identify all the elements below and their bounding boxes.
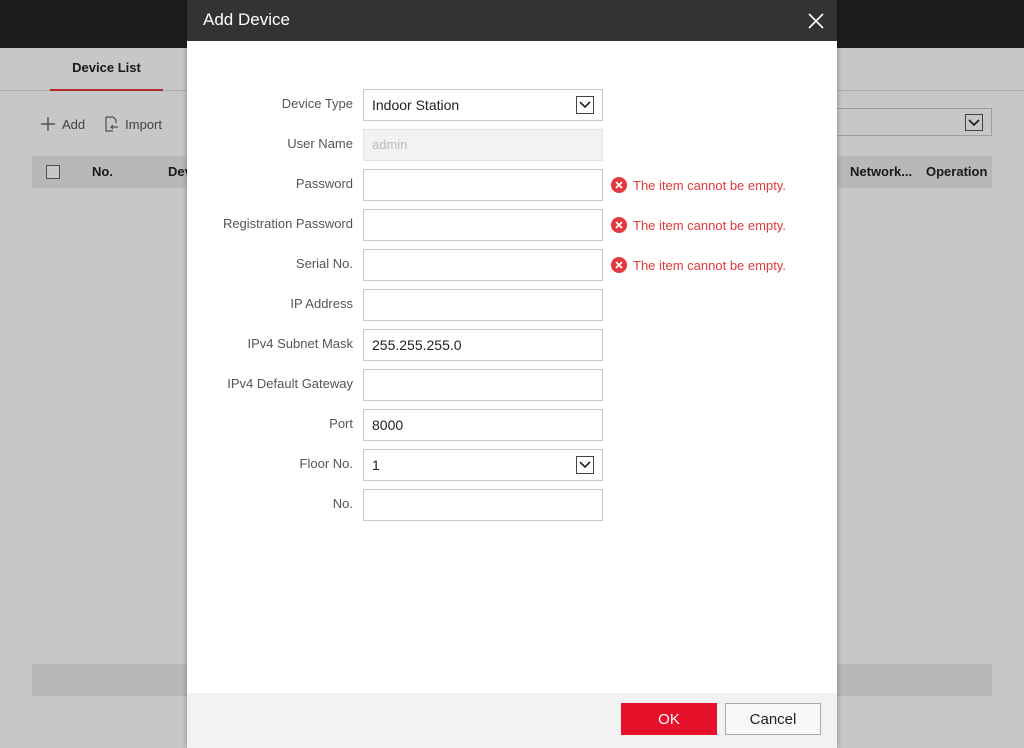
password-label: Password [295, 176, 353, 191]
error-icon [611, 217, 627, 233]
chevron-down-icon [576, 96, 594, 114]
user-name-label: User Name [287, 136, 353, 151]
serial-no-row: Serial No. The item cannot be empty. [187, 249, 837, 281]
close-icon[interactable] [807, 12, 825, 30]
default-gateway-row: IPv4 Default Gateway [187, 369, 837, 401]
dialog-title: Add Device [203, 10, 290, 29]
registration-password-error: The item cannot be empty. [611, 217, 786, 233]
user-name-row: User Name admin [187, 129, 837, 161]
dialog-body: Device Type Indoor Station User Name adm… [187, 41, 837, 693]
floor-no-row: Floor No. 1 [187, 449, 837, 481]
chevron-down-icon [576, 456, 594, 474]
password-row: Password The item cannot be empty. [187, 169, 837, 201]
no-label: No. [332, 496, 353, 511]
serial-no-error: The item cannot be empty. [611, 257, 786, 273]
cancel-button[interactable]: Cancel [725, 703, 821, 735]
default-gateway-label: IPv4 Default Gateway [227, 376, 353, 391]
serial-no-label: Serial No. [295, 256, 353, 271]
error-icon [611, 177, 627, 193]
error-icon [611, 257, 627, 273]
subnet-mask-field[interactable]: 255.255.255.0 [363, 329, 603, 361]
ok-button[interactable]: OK [621, 703, 717, 735]
ip-address-row: IP Address [187, 289, 837, 321]
port-row: Port 8000 [187, 409, 837, 441]
serial-no-error-text: The item cannot be empty. [633, 257, 786, 273]
registration-password-label: Registration Password [222, 216, 353, 231]
user-name-field: admin [363, 129, 603, 161]
floor-no-value: 1 [372, 457, 380, 473]
device-type-label: Device Type [281, 96, 353, 111]
serial-no-field[interactable] [363, 249, 603, 281]
no-row: No. [187, 489, 837, 521]
port-label: Port [329, 416, 353, 431]
subnet-mask-row: IPv4 Subnet Mask 255.255.255.0 [187, 329, 837, 361]
dialog-header: Add Device [187, 0, 837, 41]
password-error: The item cannot be empty. [611, 177, 786, 193]
ip-address-label: IP Address [290, 296, 353, 311]
floor-no-select[interactable]: 1 [363, 449, 603, 481]
floor-no-label: Floor No. [299, 456, 353, 471]
password-error-text: The item cannot be empty. [633, 177, 786, 193]
default-gateway-field[interactable] [363, 369, 603, 401]
port-field[interactable]: 8000 [363, 409, 603, 441]
add-device-dialog: Add Device Device Type Indoor Station Us… [187, 0, 837, 748]
registration-password-row: Registration Password The item cannot be… [187, 209, 837, 241]
registration-password-error-text: The item cannot be empty. [633, 217, 786, 233]
no-field[interactable] [363, 489, 603, 521]
registration-password-field[interactable] [363, 209, 603, 241]
device-type-value: Indoor Station [372, 97, 460, 113]
device-type-select[interactable]: Indoor Station [363, 89, 603, 121]
dialog-footer: OK Cancel [187, 693, 837, 748]
password-field[interactable] [363, 169, 603, 201]
ip-address-field[interactable] [363, 289, 603, 321]
device-type-row: Device Type Indoor Station [187, 89, 837, 121]
subnet-mask-label: IPv4 Subnet Mask [247, 336, 354, 351]
